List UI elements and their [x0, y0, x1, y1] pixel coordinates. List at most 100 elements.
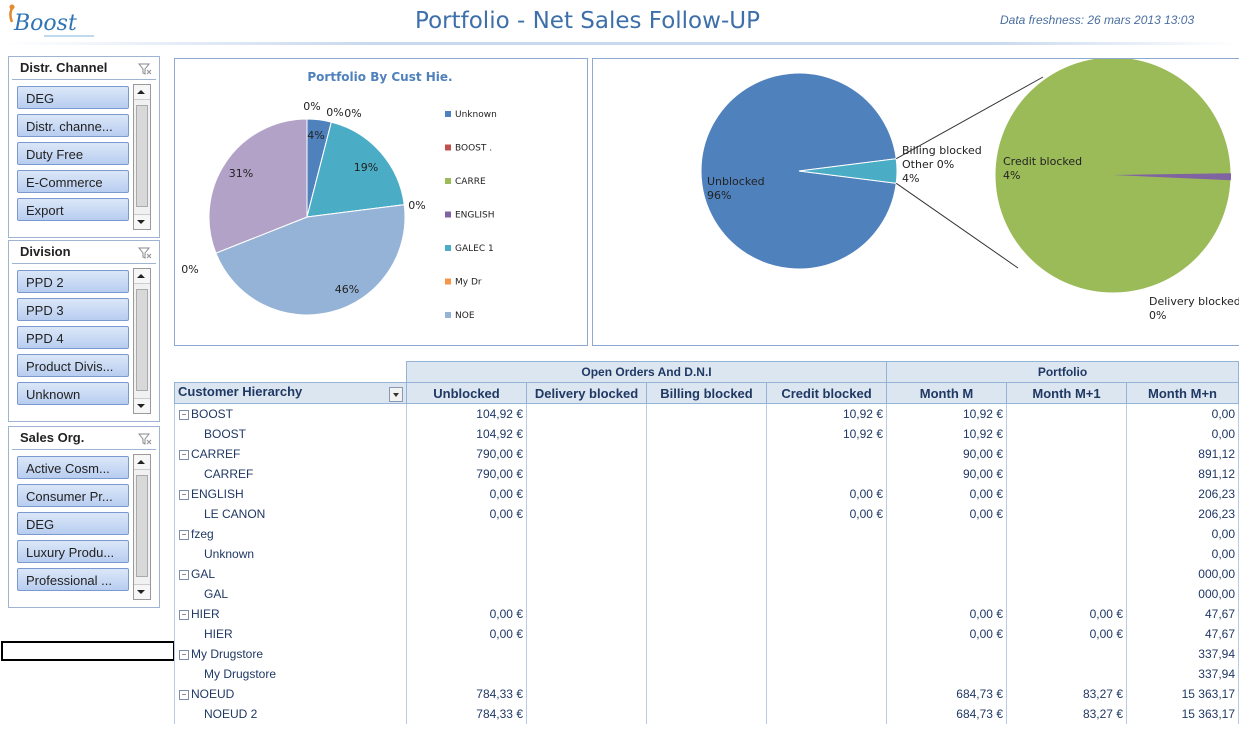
- slicer-1: Division PPD 2 PPD 3 PPD 4 Product Divis... U…: [8, 240, 160, 422]
- scroll-up-icon[interactable]: [134, 85, 150, 100]
- pie-data-label: Credit blocked: [1003, 155, 1082, 168]
- slicer-item[interactable]: PPD 4: [17, 326, 129, 349]
- slicer-item[interactable]: E-Commerce: [17, 170, 129, 193]
- collapse-icon[interactable]: −: [179, 529, 189, 540]
- slicer-item[interactable]: Consumer Pr...: [17, 484, 129, 507]
- row-label[interactable]: LE CANON: [174, 504, 407, 524]
- table-cell: [1006, 564, 1127, 584]
- legend-swatch: [445, 211, 451, 218]
- table-cell: [406, 584, 527, 604]
- slicer-title-text: Distr. Channel: [20, 60, 108, 75]
- collapse-icon[interactable]: −: [179, 609, 189, 620]
- slicer-scrollbar[interactable]: [133, 454, 151, 600]
- row-label-text: NOEUD: [191, 687, 235, 701]
- scroll-down-icon[interactable]: [134, 214, 150, 229]
- scroll-down-icon[interactable]: [134, 398, 150, 413]
- slicer-item[interactable]: DEG: [17, 86, 129, 109]
- legend-entry: ENGLISH: [455, 211, 495, 221]
- slicer-scrollbar[interactable]: [133, 268, 151, 414]
- collapse-icon[interactable]: −: [179, 689, 189, 700]
- row-label[interactable]: − My Drugstore: [174, 644, 407, 664]
- table-cell: [646, 424, 767, 444]
- table-cell: 47,67: [1126, 604, 1239, 624]
- slicer-item[interactable]: PPD 3: [17, 298, 129, 321]
- slicer-item[interactable]: Unknown: [17, 382, 129, 405]
- table-cell: [526, 564, 647, 584]
- collapse-icon[interactable]: −: [179, 409, 189, 420]
- row-label-text: GAL: [191, 567, 216, 581]
- table-cell: 0,00 €: [1006, 604, 1127, 624]
- column-header-label: Customer Hierarchy: [178, 384, 303, 399]
- clear-filter-icon[interactable]: [137, 431, 152, 445]
- table-cell: [1006, 584, 1127, 604]
- row-label[interactable]: HIER: [174, 624, 407, 644]
- table-cell: [886, 524, 1007, 544]
- chart-title: Portfolio By Cust Hie.: [307, 70, 452, 84]
- collapse-icon[interactable]: −: [179, 449, 189, 460]
- column-header-label: Month M+1: [1032, 385, 1101, 401]
- collapse-icon[interactable]: −: [179, 649, 189, 660]
- slicer-item[interactable]: DEG: [17, 512, 129, 535]
- row-label[interactable]: − GAL: [174, 564, 407, 584]
- row-label[interactable]: − HIER: [174, 604, 407, 624]
- row-label[interactable]: − NOEUD: [174, 684, 407, 704]
- scroll-thumb[interactable]: [136, 475, 148, 577]
- column-header[interactable]: Customer Hierarchy: [174, 382, 407, 404]
- row-label[interactable]: BOOST: [174, 424, 407, 444]
- table-row: − My Drugstore 337,94: [174, 644, 1239, 664]
- slicer-item[interactable]: Luxury Produ...: [17, 540, 129, 563]
- portfolio-pie-svg: Portfolio By Cust Hie.4%0% 0% 0%19%0%46%0%…: [181, 70, 497, 321]
- filter-dropdown-icon[interactable]: [389, 387, 403, 402]
- table-cell: 15 363,17: [1126, 684, 1239, 704]
- pie-data-label: 19%: [354, 161, 378, 174]
- clear-filter-icon[interactable]: [137, 245, 152, 259]
- table-cell: 104,92 €: [406, 424, 527, 444]
- table-cell: 684,73 €: [886, 704, 1007, 724]
- row-label[interactable]: CARREF: [174, 464, 407, 484]
- scroll-up-icon[interactable]: [134, 269, 150, 284]
- table-cell: 784,33 €: [406, 684, 527, 704]
- row-label[interactable]: My Drugstore: [174, 664, 407, 684]
- scroll-down-icon[interactable]: [134, 584, 150, 599]
- row-label-text: BOOST: [204, 427, 247, 441]
- table-cell: [646, 624, 767, 644]
- slicer-item[interactable]: Duty Free: [17, 142, 129, 165]
- slicer-item[interactable]: PPD 2: [17, 270, 129, 293]
- row-label[interactable]: NOEUD 2: [174, 704, 407, 724]
- slicer-item[interactable]: Product Divis...: [17, 354, 129, 377]
- row-label[interactable]: − CARREF: [174, 444, 407, 464]
- row-label-text: GAL: [204, 587, 229, 601]
- table-row: My Drugstore 337,94: [174, 664, 1239, 684]
- slicer-item[interactable]: Professional ...: [17, 568, 129, 591]
- legend-entry: CARRE: [455, 177, 486, 187]
- slicer-item[interactable]: Active Cosm...: [17, 456, 129, 479]
- slicer-item[interactable]: Export: [17, 198, 129, 221]
- scroll-thumb[interactable]: [136, 289, 148, 391]
- collapse-icon[interactable]: −: [179, 489, 189, 500]
- table-cell: 206,23: [1126, 484, 1239, 504]
- table-cell: 0,00 €: [766, 504, 887, 524]
- pie-data-label: 31%: [229, 167, 253, 180]
- row-label-text: HIER: [204, 627, 233, 641]
- table-cell: 790,00 €: [406, 464, 527, 484]
- pie-data-label: 0%: [181, 263, 198, 276]
- scroll-up-icon[interactable]: [134, 455, 150, 470]
- table-cell: [1006, 484, 1127, 504]
- table-row: LE CANON 0,00 €0,00 €0,00 €206,23: [174, 504, 1239, 524]
- slicer-scrollbar[interactable]: [133, 84, 151, 230]
- row-label[interactable]: − fzeg: [174, 524, 407, 544]
- row-label[interactable]: Unknown: [174, 544, 407, 564]
- row-label[interactable]: GAL: [174, 584, 407, 604]
- slicer-item[interactable]: Distr. channe...: [17, 114, 129, 137]
- pie-data-label: 46%: [335, 283, 359, 296]
- slicer-title: Sales Org.: [12, 427, 156, 450]
- row-label[interactable]: − BOOST: [174, 403, 407, 424]
- table-cell: 0,00 €: [406, 624, 527, 644]
- table-cell: [526, 464, 647, 484]
- selected-cell[interactable]: [1, 641, 175, 661]
- row-label[interactable]: − ENGLISH: [174, 484, 407, 504]
- scroll-thumb[interactable]: [136, 105, 148, 207]
- collapse-icon[interactable]: −: [179, 569, 189, 580]
- table-cell: [1006, 403, 1127, 424]
- clear-filter-icon[interactable]: [137, 61, 152, 75]
